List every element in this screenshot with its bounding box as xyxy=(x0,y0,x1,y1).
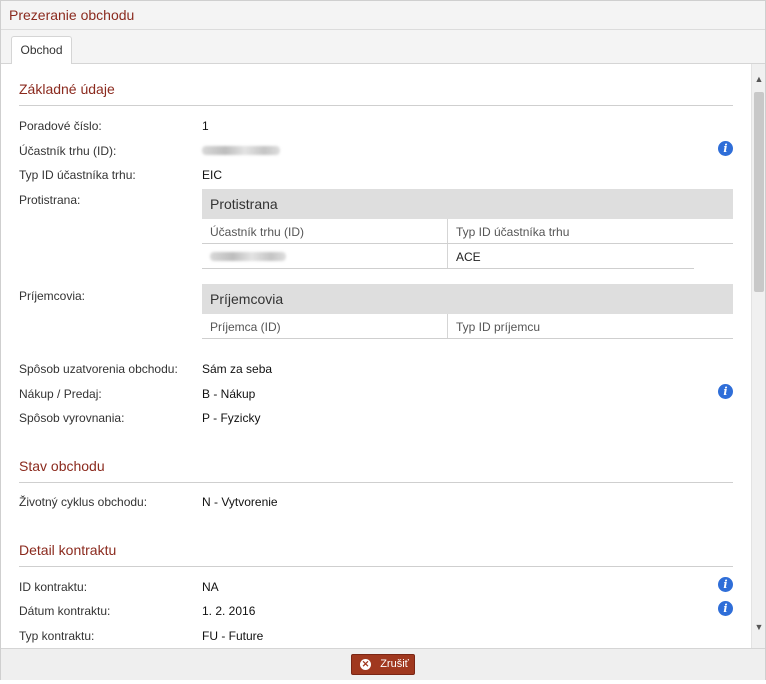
column-separator xyxy=(447,219,448,243)
scrollbar-thumb[interactable] xyxy=(754,92,764,292)
participant-id-value-redacted xyxy=(202,146,280,155)
recipients-table-title: Príjemcovia xyxy=(202,284,733,314)
scroll-up-icon[interactable]: ▲ xyxy=(752,72,766,86)
recipients-label: Príjemcovia: xyxy=(19,289,86,303)
contract-type-value: FU - Future xyxy=(202,629,264,643)
info-icon[interactable]: i xyxy=(718,601,733,616)
recipients-table: Príjemcovia Príjemca (ID) Typ ID príjemc… xyxy=(202,284,733,339)
lifecycle-label: Životný cyklus obchodu: xyxy=(19,495,148,509)
counterparty-table: Protistrana Účastník trhu (ID) Typ ID úč… xyxy=(202,189,733,269)
section-title-basic: Základné údaje xyxy=(19,81,115,97)
tab-strip: Obchod xyxy=(1,30,765,65)
contract-id-label: ID kontraktu: xyxy=(19,580,88,594)
table-header-row: Účastník trhu (ID) Typ ID účastníka trhu xyxy=(202,219,733,244)
close-circle-icon: ✕ xyxy=(360,659,371,670)
buy-sell-label: Nákup / Predaj: xyxy=(19,387,102,401)
contract-type-label: Typ kontraktu: xyxy=(19,629,95,643)
lifecycle-value: N - Vytvorenie xyxy=(202,495,278,509)
dialog-content[interactable]: Základné údaje Poradové číslo: 1 Účastní… xyxy=(1,64,751,648)
tab-trade[interactable]: Obchod xyxy=(11,36,72,65)
column-header: Typ ID účastníka trhu xyxy=(456,225,570,239)
counterparty-label: Protistrana: xyxy=(19,193,81,207)
vertical-scrollbar[interactable]: ▲ ▼ xyxy=(751,64,765,648)
participant-type-label: Typ ID účastníka trhu: xyxy=(19,168,136,182)
closing-method-label: Spôsob uzatvorenia obchodu: xyxy=(19,362,178,376)
order-number-value: 1 xyxy=(202,119,209,133)
counterparty-type-value: ACE xyxy=(456,250,481,264)
counterparty-id-redacted xyxy=(210,252,286,261)
column-header: Príjemca (ID) xyxy=(210,320,281,334)
column-separator xyxy=(447,314,448,338)
info-icon[interactable]: i xyxy=(718,384,733,399)
section-divider xyxy=(19,482,733,483)
counterparty-table-title: Protistrana xyxy=(202,189,733,219)
table-row: ACE xyxy=(202,244,694,269)
contract-id-value: NA xyxy=(202,580,219,594)
table-header-row: Príjemca (ID) Typ ID príjemcu xyxy=(202,314,733,339)
cancel-button[interactable]: ✕ Zrušiť xyxy=(351,654,415,675)
contract-date-label: Dátum kontraktu: xyxy=(19,604,111,618)
dialog-title: Prezeranie obchodu xyxy=(9,7,135,23)
closing-method-value: Sám za seba xyxy=(202,362,273,376)
info-icon[interactable]: i xyxy=(718,141,733,156)
order-number-label: Poradové číslo: xyxy=(19,119,102,133)
dialog-titlebar: Prezeranie obchodu xyxy=(1,1,765,30)
column-header: Typ ID príjemcu xyxy=(456,320,541,334)
cancel-button-label: Zrušiť xyxy=(380,658,409,670)
scroll-down-icon[interactable]: ▼ xyxy=(752,620,766,634)
column-header: Účastník trhu (ID) xyxy=(210,225,305,239)
participant-type-value: EIC xyxy=(202,168,223,182)
participant-id-label: Účastník trhu (ID): xyxy=(19,144,117,158)
section-title-contract: Detail kontraktu xyxy=(19,542,117,558)
info-icon[interactable]: i xyxy=(718,577,733,592)
settlement-label: Spôsob vyrovnania: xyxy=(19,411,125,425)
section-title-status: Stav obchodu xyxy=(19,458,105,474)
contract-date-value: 1. 2. 2016 xyxy=(202,604,256,618)
buy-sell-value: B - Nákup xyxy=(202,387,256,401)
settlement-value: P - Fyzicky xyxy=(202,411,261,425)
column-separator xyxy=(447,244,448,268)
dialog-footer: ✕ Zrušiť xyxy=(1,648,765,680)
section-divider xyxy=(19,566,733,567)
section-divider xyxy=(19,105,733,106)
trade-view-dialog: Prezeranie obchodu Obchod Základné údaje… xyxy=(0,0,766,680)
